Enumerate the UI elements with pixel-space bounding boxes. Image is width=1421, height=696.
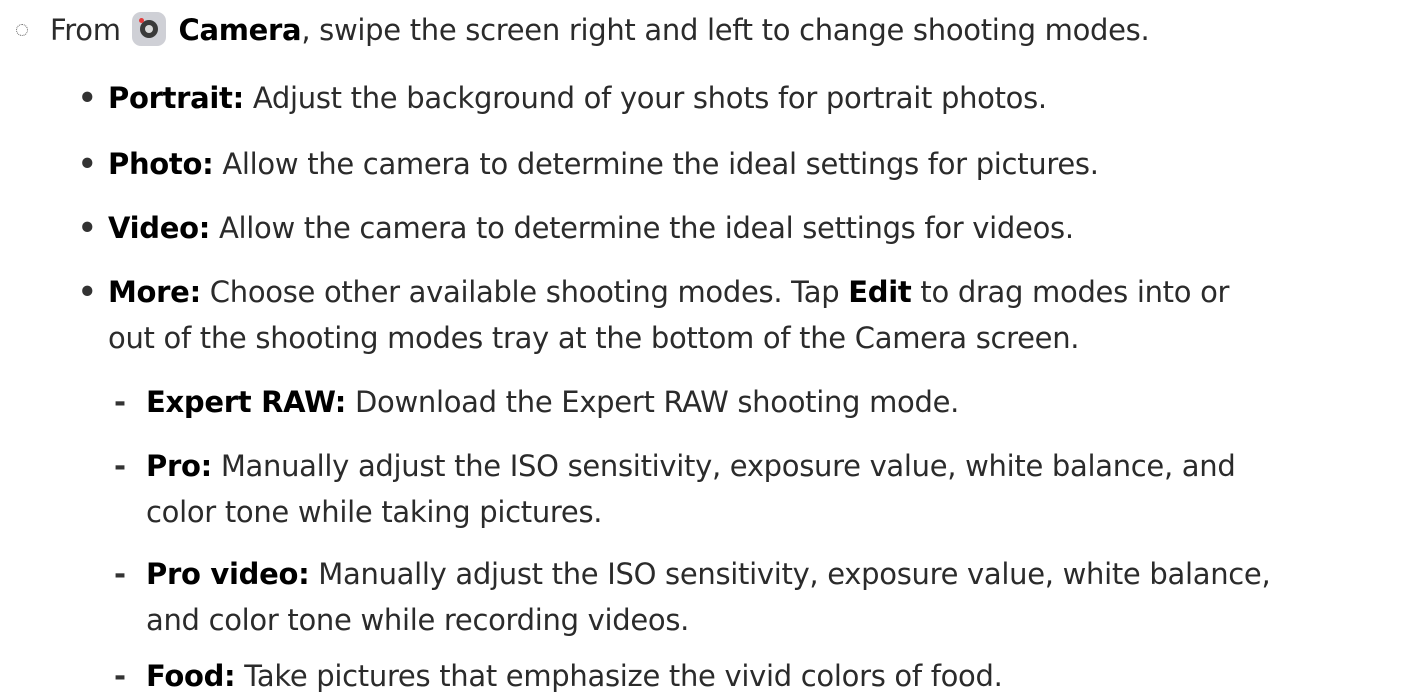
step-suffix: , swipe the screen right and left to cha…	[301, 13, 1150, 47]
mode-term: Video	[108, 211, 199, 245]
sub-item-pro: Pro: Manually adjust the ISO sensitivity…	[146, 446, 1236, 486]
step-prefix: From	[50, 13, 130, 47]
mode-sep: :	[198, 211, 211, 245]
mode-term: Pro	[146, 449, 201, 483]
mode-sep: :	[200, 449, 213, 483]
step-text: From Camera, swipe the screen right and …	[50, 10, 1150, 50]
dash-icon: -	[114, 449, 126, 483]
bullet-icon: •	[78, 81, 97, 115]
mode-sep: :	[232, 81, 245, 115]
mode-term: Expert RAW	[146, 385, 335, 419]
list-item-photo: Photo: Allow the camera to determine the…	[108, 144, 1099, 184]
mode-desc: Manually adjust the ISO sensitivity, exp…	[309, 557, 1271, 591]
list-item-portrait: Portrait: Adjust the background of your …	[108, 78, 1047, 118]
mode-desc: Adjust the background of your shots for …	[243, 81, 1047, 115]
camera-app-name: Camera	[178, 13, 302, 47]
mode-sep: :	[298, 557, 310, 591]
mode-desc: color tone while taking pictures.	[146, 495, 603, 529]
edit-label: Edit	[848, 275, 912, 309]
mode-sep: :	[224, 659, 236, 693]
mode-desc: out of the shooting modes tray at the bo…	[108, 321, 1080, 355]
sub-item-pro-video-line2: and color tone while recording videos.	[146, 600, 689, 640]
dash-icon: -	[114, 557, 126, 591]
sub-item-food: Food: Take pictures that emphasize the v…	[146, 656, 1003, 696]
list-item-more-line2: out of the shooting modes tray at the bo…	[108, 318, 1080, 358]
mode-desc: and color tone while recording videos.	[146, 603, 690, 637]
list-item-video: Video: Allow the camera to determine the…	[108, 208, 1074, 248]
sub-item-expert-raw: Expert RAW: Download the Expert RAW shoo…	[146, 382, 959, 422]
mode-term: Portrait	[108, 81, 233, 115]
list-item-more: More: Choose other available shooting mo…	[108, 272, 1229, 312]
camera-app-icon	[131, 12, 166, 46]
mode-desc: Manually adjust the ISO sensitivity, exp…	[211, 449, 1236, 483]
mode-desc: Take pictures that emphasize the vivid c…	[235, 659, 1003, 693]
mode-term: Photo	[108, 147, 203, 181]
bullet-icon: •	[78, 275, 97, 309]
mode-sep: :	[334, 385, 347, 419]
mode-desc: to drag modes into or	[911, 275, 1230, 309]
mode-term: Pro video	[146, 557, 299, 591]
mode-sep: :	[189, 275, 202, 309]
mode-sep: :	[202, 147, 214, 181]
mode-desc: Choose other available shooting modes. T…	[200, 275, 849, 309]
bullet-icon: •	[78, 147, 97, 181]
sub-item-pro-video: Pro video: Manually adjust the ISO sensi…	[146, 554, 1271, 594]
mode-term: More	[108, 275, 190, 309]
sub-item-pro-line2: color tone while taking pictures.	[146, 492, 602, 532]
mode-term: Food	[146, 659, 225, 693]
dash-icon: -	[114, 385, 126, 419]
step-bullet-icon	[16, 24, 28, 36]
mode-desc: Allow the camera to determine the ideal …	[213, 147, 1099, 181]
mode-desc: Download the Expert RAW shooting mode.	[346, 385, 960, 419]
dash-icon: -	[114, 659, 126, 693]
mode-desc: Allow the camera to determine the ideal …	[210, 211, 1074, 245]
bullet-icon: •	[78, 211, 97, 245]
